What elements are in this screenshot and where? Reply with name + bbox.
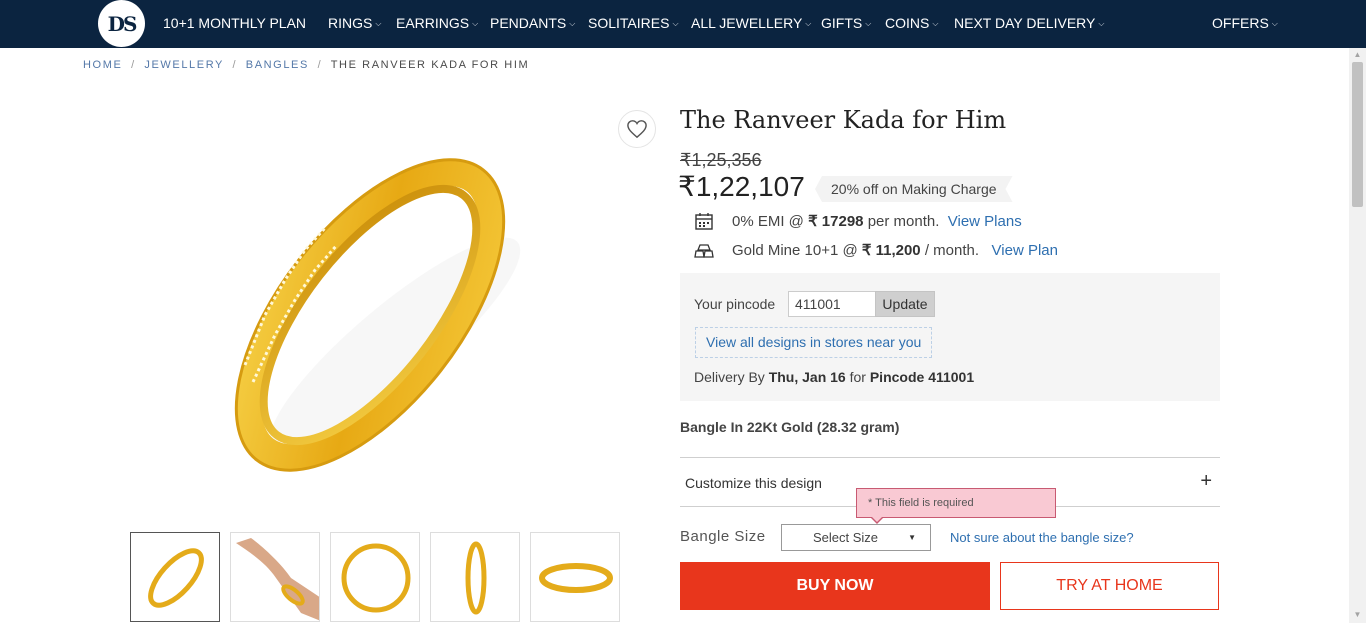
wishlist-button[interactable] xyxy=(618,110,656,148)
thumbnail-bangle-side[interactable] xyxy=(430,532,520,622)
breadcrumb-current: THE RANVEER KADA FOR HIM xyxy=(330,59,530,71)
heart-icon xyxy=(627,120,647,139)
nav-item-rings[interactable]: RINGS ⌵ xyxy=(328,15,381,31)
breadcrumb: HOME / JEWELLERY / BANGLES / THE RANVEER… xyxy=(83,59,530,71)
calendar-icon xyxy=(695,213,713,230)
tooltip-arrow-fill xyxy=(871,516,883,522)
nav-item-offers[interactable]: OFFERS ⌵ xyxy=(1212,15,1278,31)
scrollbar-thumb[interactable] xyxy=(1352,62,1363,207)
bangle-size-label: Bangle Size xyxy=(680,528,766,545)
buy-now-button[interactable]: BUY NOW xyxy=(680,562,990,610)
thumbnail-bangle-angle[interactable] xyxy=(130,532,220,622)
chevron-down-icon: ⌵ xyxy=(375,19,382,28)
nav-item-monthly-plan[interactable]: 10+1 MONTHLY PLAN xyxy=(163,15,306,31)
nav-item-earrings[interactable]: EARRINGS ⌵ xyxy=(396,15,478,31)
chevron-down-icon: ⌵ xyxy=(1098,19,1105,28)
size-error-tooltip: * This field is required xyxy=(856,488,1056,518)
try-at-home-button[interactable]: TRY AT HOME xyxy=(1000,562,1219,610)
offer-badge: 20% off on Making Charge xyxy=(815,176,1013,202)
chevron-down-icon: ⌵ xyxy=(569,19,576,28)
nav-item-pendants[interactable]: PENDANTS ⌵ xyxy=(490,15,575,31)
gold-bars-icon xyxy=(694,244,714,258)
nav-item-coins[interactable]: COINS ⌵ xyxy=(885,15,938,31)
pincode-panel: Your pincode 411001 Update View all desi… xyxy=(680,273,1220,401)
chevron-down-icon: ⌵ xyxy=(805,19,812,28)
bangle-size-select[interactable]: Select Size ▼ xyxy=(781,524,931,551)
product-title: The Ranveer Kada for Him xyxy=(680,106,1007,134)
chevron-down-icon: ⌵ xyxy=(472,19,479,28)
scroll-up-arrow-icon[interactable]: ▲ xyxy=(1352,50,1363,60)
nav-item-gifts[interactable]: GIFTS ⌵ xyxy=(821,15,871,31)
thumbnail-bangle-flat[interactable] xyxy=(530,532,620,622)
nav-item-solitaires[interactable]: SOLITAIRES ⌵ xyxy=(588,15,679,31)
nav-item-all-jewellery[interactable]: ALL JEWELLERY ⌵ xyxy=(691,15,811,31)
product-price: ₹1,22,107 xyxy=(678,171,805,202)
pincode-label: Your pincode xyxy=(694,296,776,312)
product-mrp: ₹1,25,356 xyxy=(680,150,762,170)
stores-near-you-link[interactable]: View all designs in stores near you xyxy=(695,327,933,358)
emi-row: 0% EMI @ ₹ 17298 per month. View Plans xyxy=(694,212,1022,230)
delivery-info: Delivery By Thu, Jan 16 for Pincode 4110… xyxy=(694,369,975,385)
thumbnail-bangle-top[interactable] xyxy=(330,532,420,622)
chevron-down-icon: ⌵ xyxy=(865,19,872,28)
pincode-update-button[interactable]: Update xyxy=(875,291,935,317)
brand-logo[interactable]: DS xyxy=(98,0,145,47)
breadcrumb-jewellery[interactable]: JEWELLERY xyxy=(144,59,223,71)
nav-item-next-day-delivery[interactable]: NEXT DAY DELIVERY ⌵ xyxy=(954,15,1104,31)
breadcrumb-bangles[interactable]: BANGLES xyxy=(246,59,309,71)
logo-text: DS xyxy=(107,11,138,36)
view-plans-link[interactable]: View Plans xyxy=(948,213,1022,230)
metal-info: Bangle In 22Kt Gold (28.32 gram) xyxy=(680,419,900,435)
pincode-input[interactable]: 411001 xyxy=(788,291,876,317)
top-navbar: DS 10+1 MONTHLY PLAN RINGS ⌵ EARRINGS ⌵ PE… xyxy=(0,0,1366,48)
thumbnail-bangle-on-wrist[interactable] xyxy=(230,532,320,622)
plus-icon[interactable]: + xyxy=(1200,470,1212,493)
chevron-down-icon: ⌵ xyxy=(1271,19,1278,28)
scroll-down-arrow-icon[interactable]: ▼ xyxy=(1352,610,1363,620)
customize-label: Customize this design xyxy=(685,475,822,491)
view-plan-link[interactable]: View Plan xyxy=(992,242,1058,259)
breadcrumb-home[interactable]: HOME xyxy=(83,59,122,71)
bangle-size-help-link[interactable]: Not sure about the bangle size? xyxy=(950,530,1134,545)
chevron-down-icon: ⌵ xyxy=(932,19,939,28)
caret-down-icon: ▼ xyxy=(908,533,916,542)
product-main-image[interactable] xyxy=(205,150,535,520)
goldmine-row: Gold Mine 10+1 @ ₹ 11,200 / month. View … xyxy=(694,241,1058,259)
chevron-down-icon: ⌵ xyxy=(672,19,679,28)
